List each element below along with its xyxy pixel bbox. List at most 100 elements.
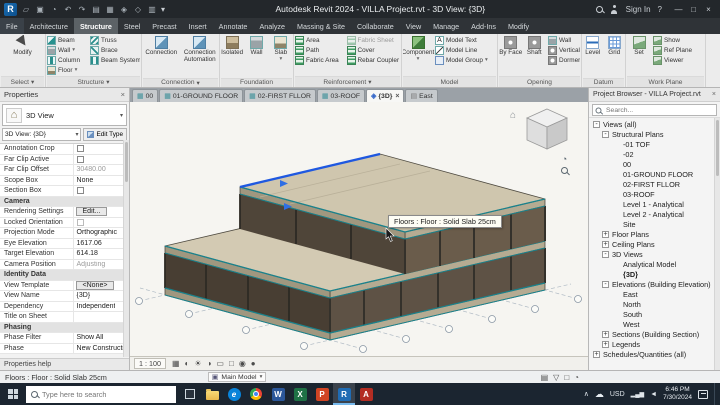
property-row[interactable]: Phasing	[0, 322, 129, 333]
browser-tree-item[interactable]: North	[589, 299, 720, 309]
ribbon-button[interactable]: By Face	[499, 35, 523, 75]
ribbon-tab[interactable]: Modify	[502, 18, 535, 34]
close-properties-icon[interactable]: ×	[121, 90, 125, 99]
open-icon[interactable]: ▱	[21, 5, 31, 14]
taskbar-search-input[interactable]	[42, 389, 171, 399]
modify-button[interactable]: Modify	[1, 35, 44, 75]
property-row[interactable]: Far Clip Active	[0, 154, 129, 165]
property-row[interactable]: Eye Elevation 1617.06	[0, 238, 129, 249]
taskbar-app-slot[interactable]: R	[333, 383, 355, 405]
home-icon[interactable]: ⌂	[510, 110, 516, 121]
browser-tree-item[interactable]: - Views (all)	[589, 119, 720, 129]
ribbon-button[interactable]: Dormer	[548, 55, 580, 65]
drawing-area[interactable]: Floors : Floor : Solid Slab 25cm ⌂ ◔	[130, 102, 588, 356]
browser-tree-item[interactable]: 03-ROOF	[589, 189, 720, 199]
ribbon-button[interactable]: Floor ▾	[47, 65, 88, 75]
ribbon-tab[interactable]: File	[0, 18, 24, 34]
print-icon[interactable]: ▤	[91, 5, 101, 14]
ribbon-tab[interactable]: Manage	[427, 18, 465, 34]
ribbon-button[interactable]: Brace	[90, 45, 140, 55]
browser-tree-item[interactable]: Level 2 - Analytical	[589, 209, 720, 219]
taskbar-app-slot[interactable]: e	[223, 383, 245, 405]
property-row[interactable]: Rendering Settings Edit...	[0, 207, 129, 218]
close-browser-icon[interactable]: ×	[712, 91, 716, 98]
taskbar-app-slot[interactable]: W	[267, 383, 289, 405]
checkbox[interactable]	[76, 187, 84, 195]
browser-tree-item[interactable]: West	[589, 319, 720, 329]
browser-tree-item[interactable]: - 3D Views	[589, 249, 720, 259]
ribbon-button[interactable]: Grid	[605, 35, 625, 75]
view-tab[interactable]: 03-ROOF	[316, 89, 366, 102]
ribbon-button[interactable]: Vertical	[548, 45, 580, 55]
tree-expander-icon[interactable]: +	[602, 330, 609, 338]
ribbon-tab[interactable]: Add-Ins	[465, 18, 502, 34]
browser-tree-item[interactable]: Level 1 - Analytical	[589, 199, 720, 209]
redo-icon[interactable]: ↷	[77, 5, 87, 14]
property-row[interactable]: Phase Filter Show All	[0, 333, 129, 344]
checkbox[interactable]	[76, 218, 84, 226]
property-row[interactable]: Title on Sheet	[0, 312, 129, 323]
worksets-icon[interactable]: ▤	[541, 373, 549, 382]
scale-control[interactable]: 1 : 100	[134, 358, 166, 369]
close-button[interactable]	[701, 5, 716, 14]
browser-search-input[interactable]	[592, 104, 717, 116]
property-row[interactable]: View Template <None>	[0, 280, 129, 291]
ribbon-tab[interactable]: Annotate	[213, 18, 254, 34]
sign-in-button[interactable]: Sign In	[626, 5, 651, 14]
property-row[interactable]: Dependency Independent	[0, 301, 129, 312]
tree-expander-icon[interactable]: -	[593, 120, 600, 128]
ribbon-tab[interactable]: Precast	[146, 18, 182, 34]
browser-tree-item[interactable]: {3D}	[589, 269, 720, 279]
properties-scrollbar[interactable]	[123, 140, 129, 357]
property-row[interactable]: Far Clip Offset 30480.00	[0, 165, 129, 176]
property-row[interactable]: Phase New Construction	[0, 343, 129, 354]
edit-type-button[interactable]: Edit Type	[83, 128, 127, 141]
ribbon-button[interactable]: Wall	[245, 35, 267, 75]
section-icon[interactable]: ▥	[147, 5, 157, 14]
browser-tree-item[interactable]: + Schedules/Quantities (all)	[589, 349, 720, 359]
ribbon-button[interactable]: Isolated	[221, 35, 243, 75]
browser-tree-item[interactable]: South	[589, 309, 720, 319]
view-tab[interactable]: 02-FIRST FLLOR	[244, 89, 316, 102]
panel-label-connection[interactable]: Connection ▾	[143, 77, 218, 87]
property-row[interactable]: Identity Data	[0, 270, 129, 281]
zoom-icon[interactable]	[561, 167, 568, 174]
ribbon-button[interactable]: Wall ▾	[47, 45, 88, 55]
property-row[interactable]: View Name {3D}	[0, 291, 129, 302]
taskbar-app-slot[interactable]	[201, 383, 223, 405]
view-cube[interactable]	[520, 106, 574, 152]
background-process-icon[interactable]: ◔	[574, 373, 579, 382]
ribbon-button[interactable]: Model Text	[435, 35, 495, 45]
browser-scrollbar[interactable]	[714, 118, 720, 370]
measure-icon[interactable]: ▦	[105, 5, 115, 14]
property-row[interactable]: Locked Orientation	[0, 217, 129, 228]
panel-label-reinforcement[interactable]: Reinforcement ▾	[295, 76, 400, 87]
news-widget-text[interactable]: USD	[610, 391, 625, 398]
browser-tree-item[interactable]: + Legends	[589, 339, 720, 349]
detail-level-icon[interactable]: ▦	[172, 359, 180, 368]
taskbar-search[interactable]	[26, 385, 176, 403]
tree-expander-icon[interactable]: -	[602, 280, 609, 288]
select-toggle-icon[interactable]: □	[564, 373, 569, 382]
browser-tree-item[interactable]: East	[589, 289, 720, 299]
taskbar-app-slot[interactable]: X	[289, 383, 311, 405]
browser-tree-item[interactable]: 02-FIRST FLLOR	[589, 179, 720, 189]
design-options-dropdown[interactable]: ▣ Main Model ▾	[207, 372, 267, 382]
search-icon[interactable]	[595, 5, 603, 13]
ribbon-button[interactable]: Beam	[47, 35, 88, 45]
panel-label-select[interactable]: Select ▾	[1, 76, 44, 87]
browser-tree-item[interactable]: + Floor Plans	[589, 229, 720, 239]
property-row[interactable]: Target Elevation 614.18	[0, 249, 129, 260]
network-icon[interactable]: ▂▄▆	[631, 391, 644, 398]
ribbon-button[interactable]: Fabric Area	[295, 55, 345, 65]
ribbon-button[interactable]: Connection Automation	[182, 35, 219, 75]
close-tab-icon[interactable]: ×	[395, 93, 399, 100]
browser-tree-item[interactable]: - Elevations (Building Elevation)	[589, 279, 720, 289]
browser-tree-item[interactable]: -02	[589, 149, 720, 159]
property-row[interactable]: Section Box	[0, 186, 129, 197]
view-tab[interactable]: East	[405, 89, 438, 102]
ribbon-button[interactable]: Slab ▾	[270, 35, 292, 75]
browser-tree-item[interactable]: + Sections (Building Section)	[589, 329, 720, 339]
ribbon-button[interactable]: Shaft	[523, 35, 547, 75]
property-row[interactable]: Scope Box None	[0, 175, 129, 186]
